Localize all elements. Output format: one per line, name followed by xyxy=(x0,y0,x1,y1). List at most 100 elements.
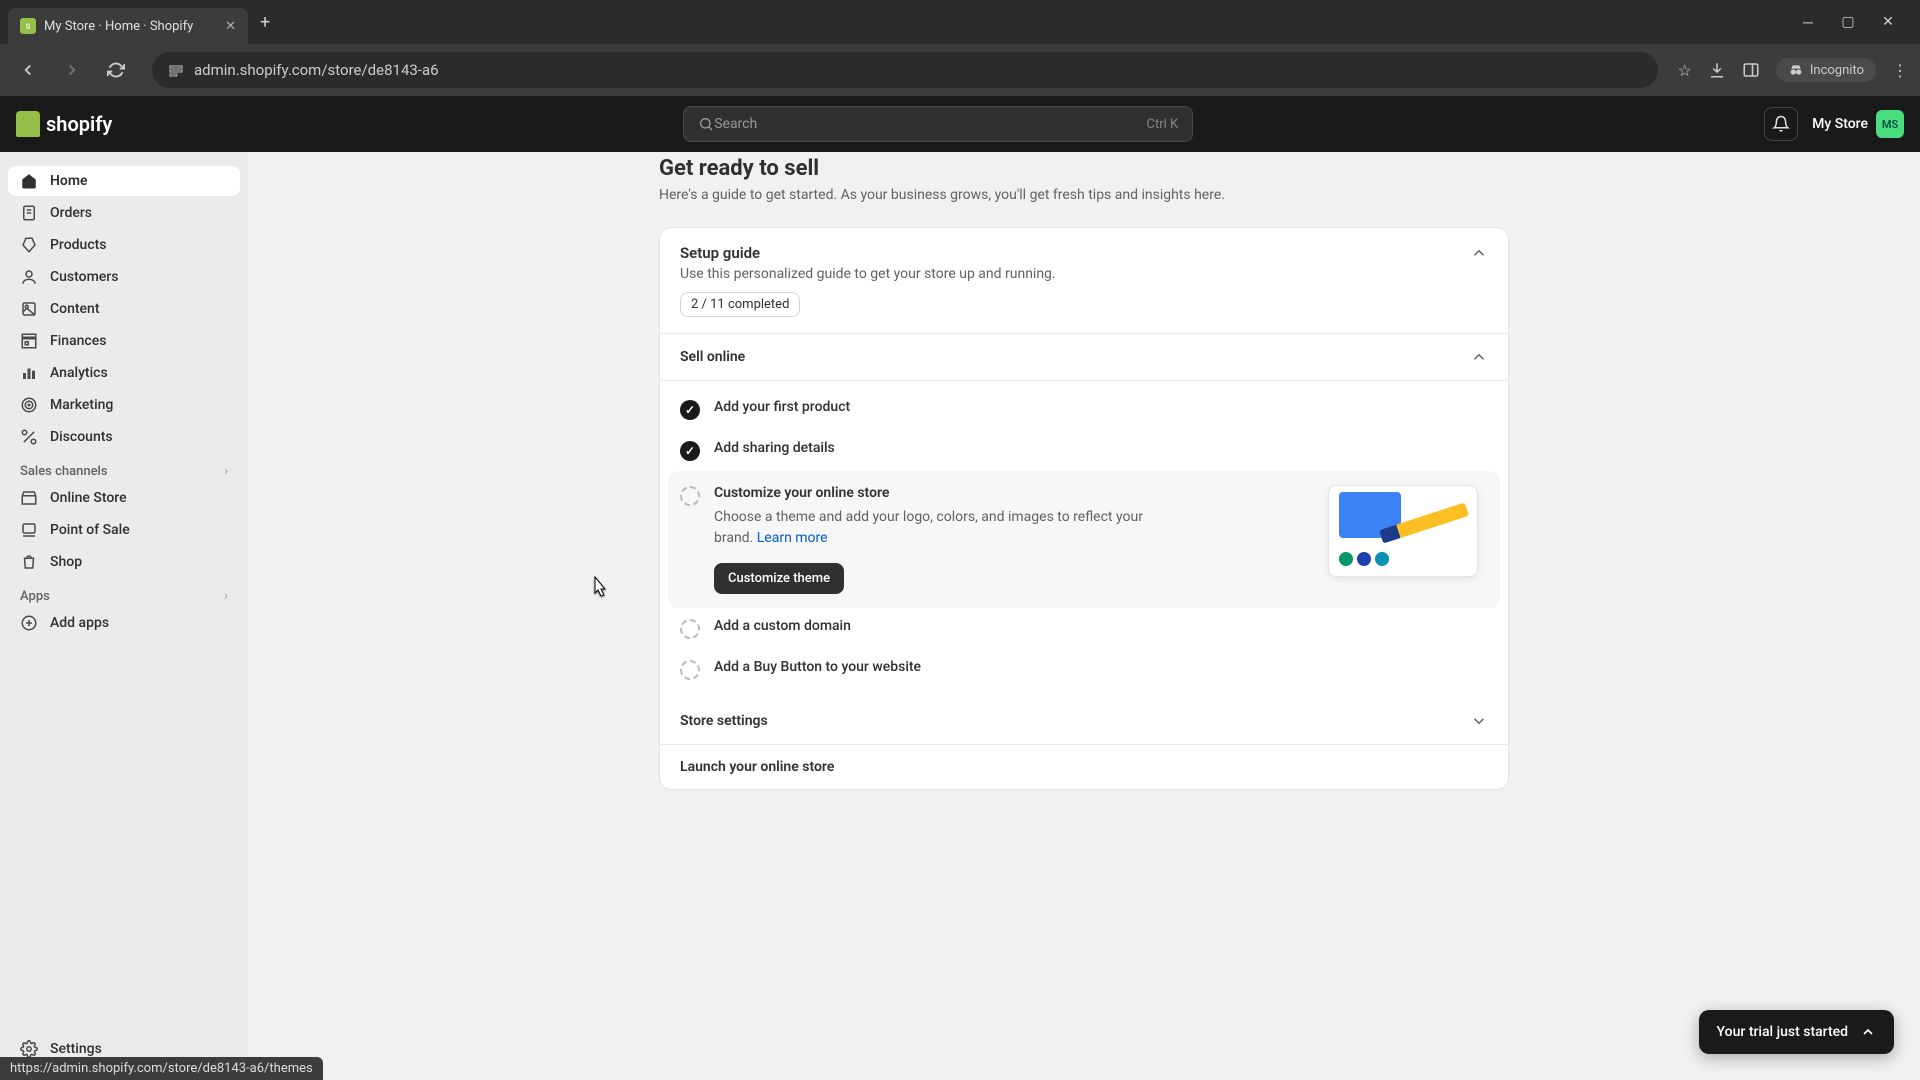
nav-products[interactable]: Products xyxy=(8,230,240,260)
setup-guide-subtitle: Use this personalized guide to get your … xyxy=(680,266,1056,282)
reload-button[interactable] xyxy=(100,54,132,86)
shopify-header: shopify Search Ctrl K My Store MS xyxy=(0,96,1920,152)
main-layout: Home Orders Products Customers Content F… xyxy=(0,152,1920,1080)
search-input[interactable]: Search Ctrl K xyxy=(683,106,1193,142)
search-placeholder: Search xyxy=(714,116,757,132)
downloads-icon[interactable] xyxy=(1708,61,1726,79)
apps-section[interactable]: Apps › xyxy=(8,579,240,608)
status-bar-url: https://admin.shopify.com/store/de8143-a… xyxy=(0,1057,323,1080)
task-buy-button[interactable]: Add a Buy Button to your website xyxy=(668,649,1500,690)
address-bar: admin.shopify.com/store/de8143-a6 ☆ Inco… xyxy=(0,44,1920,96)
nav-label: Marketing xyxy=(50,397,113,413)
products-icon xyxy=(20,236,38,254)
nav-home[interactable]: Home xyxy=(8,166,240,196)
new-tab-button[interactable]: + xyxy=(248,12,282,33)
browser-tab[interactable]: s My Store · Home · Shopify ✕ xyxy=(8,8,248,44)
task-sharing-details[interactable]: Add sharing details xyxy=(668,430,1500,471)
check-done-icon xyxy=(680,441,700,461)
logo-text: shopify xyxy=(46,112,112,136)
tab-bar: s My Store · Home · Shopify ✕ + ─ ▢ ✕ xyxy=(0,0,1920,44)
nav-label: Analytics xyxy=(50,365,108,381)
address-bar-right: ☆ Incognito ⋮ xyxy=(1678,58,1908,82)
nav-online-store[interactable]: Online Store xyxy=(8,483,240,513)
window-controls: ─ ▢ ✕ xyxy=(1784,14,1912,31)
forward-button[interactable] xyxy=(56,54,88,86)
nav-label: Add apps xyxy=(50,615,109,631)
check-done-icon xyxy=(680,400,700,420)
nav-label: Finances xyxy=(50,333,106,349)
check-pending-icon xyxy=(680,486,700,506)
header-right: My Store MS xyxy=(1764,107,1904,141)
store-name: My Store xyxy=(1812,116,1868,132)
nav-analytics[interactable]: Analytics xyxy=(8,358,240,388)
tab-title: My Store · Home · Shopify xyxy=(44,19,193,34)
chevron-down-icon xyxy=(1470,712,1488,730)
nav-label: Settings xyxy=(50,1041,102,1057)
check-pending-icon xyxy=(680,619,700,639)
back-button[interactable] xyxy=(12,54,44,86)
analytics-icon xyxy=(20,364,38,382)
nav-discounts[interactable]: Discounts xyxy=(8,422,240,452)
store-switcher[interactable]: My Store MS xyxy=(1812,110,1904,138)
discounts-icon xyxy=(20,428,38,446)
nav-label: Orders xyxy=(50,205,92,221)
nav-finances[interactable]: Finances xyxy=(8,326,240,356)
finances-icon xyxy=(20,332,38,350)
page-subtitle: Here's a guide to get started. As your b… xyxy=(659,187,1509,203)
nav-label: Home xyxy=(50,173,88,189)
maximize-icon[interactable]: ▢ xyxy=(1840,14,1856,31)
sales-channels-section[interactable]: Sales channels › xyxy=(8,454,240,483)
shopify-logo[interactable]: shopify xyxy=(16,111,112,137)
section-sell-online[interactable]: Sell online xyxy=(660,334,1508,381)
nav-label: Shop xyxy=(50,554,82,570)
plus-circle-icon xyxy=(20,614,38,632)
nav-pos[interactable]: Point of Sale xyxy=(8,515,240,545)
task-description: Choose a theme and add your logo, colors… xyxy=(714,507,1184,549)
chevron-right-icon: › xyxy=(224,589,228,604)
shopify-bag-icon xyxy=(16,111,40,137)
nav-customers[interactable]: Customers xyxy=(8,262,240,292)
nav-marketing[interactable]: Marketing xyxy=(8,390,240,420)
section-launch-store[interactable]: Launch your online store xyxy=(660,745,1508,789)
search-kbd: Ctrl K xyxy=(1147,117,1179,132)
minimize-icon[interactable]: ─ xyxy=(1800,14,1816,31)
bookmark-icon[interactable]: ☆ xyxy=(1678,61,1692,80)
shopify-favicon: s xyxy=(20,18,36,34)
learn-more-link[interactable]: Learn more xyxy=(757,530,828,546)
chevron-right-icon: › xyxy=(224,464,228,479)
task-add-product[interactable]: Add your first product xyxy=(668,389,1500,430)
customers-icon xyxy=(20,268,38,286)
nav-label: Point of Sale xyxy=(50,522,130,538)
shop-icon xyxy=(20,553,38,571)
sidebar: Home Orders Products Customers Content F… xyxy=(0,152,248,1080)
task-custom-domain[interactable]: Add a custom domain xyxy=(668,608,1500,649)
url-text: admin.shopify.com/store/de8143-a6 xyxy=(194,61,439,79)
nav-label: Content xyxy=(50,301,100,317)
url-field[interactable]: admin.shopify.com/store/de8143-a6 xyxy=(152,52,1658,88)
chevron-up-icon[interactable] xyxy=(1470,244,1488,262)
site-settings-icon[interactable] xyxy=(168,62,184,78)
side-panel-icon[interactable] xyxy=(1742,61,1760,79)
incognito-label: Incognito xyxy=(1810,63,1864,78)
task-customize-store[interactable]: Customize your online store Choose a the… xyxy=(668,471,1500,608)
trial-toast[interactable]: Your trial just started xyxy=(1699,1010,1894,1054)
section-store-settings[interactable]: Store settings xyxy=(660,698,1508,745)
setup-progress: 2 / 11 completed xyxy=(680,292,800,317)
notifications-button[interactable] xyxy=(1764,107,1798,141)
search-icon xyxy=(698,116,714,132)
incognito-chip[interactable]: Incognito xyxy=(1776,58,1876,82)
task-list: Add your first product Add sharing detai… xyxy=(660,381,1508,698)
close-tab-icon[interactable]: ✕ xyxy=(225,19,236,34)
nav-add-apps[interactable]: Add apps xyxy=(8,608,240,638)
browser-menu-icon[interactable]: ⋮ xyxy=(1892,61,1908,80)
nav-shop[interactable]: Shop xyxy=(8,547,240,577)
orders-icon xyxy=(20,204,38,222)
close-window-icon[interactable]: ✕ xyxy=(1880,14,1896,31)
store-avatar: MS xyxy=(1876,110,1904,138)
content-scroll[interactable]: Get ready to sell Here's a guide to get … xyxy=(248,152,1920,1080)
customize-theme-button[interactable]: Customize theme xyxy=(714,563,844,594)
nav-orders[interactable]: Orders xyxy=(8,198,240,228)
marketing-icon xyxy=(20,396,38,414)
home-icon xyxy=(20,172,38,190)
nav-content[interactable]: Content xyxy=(8,294,240,324)
